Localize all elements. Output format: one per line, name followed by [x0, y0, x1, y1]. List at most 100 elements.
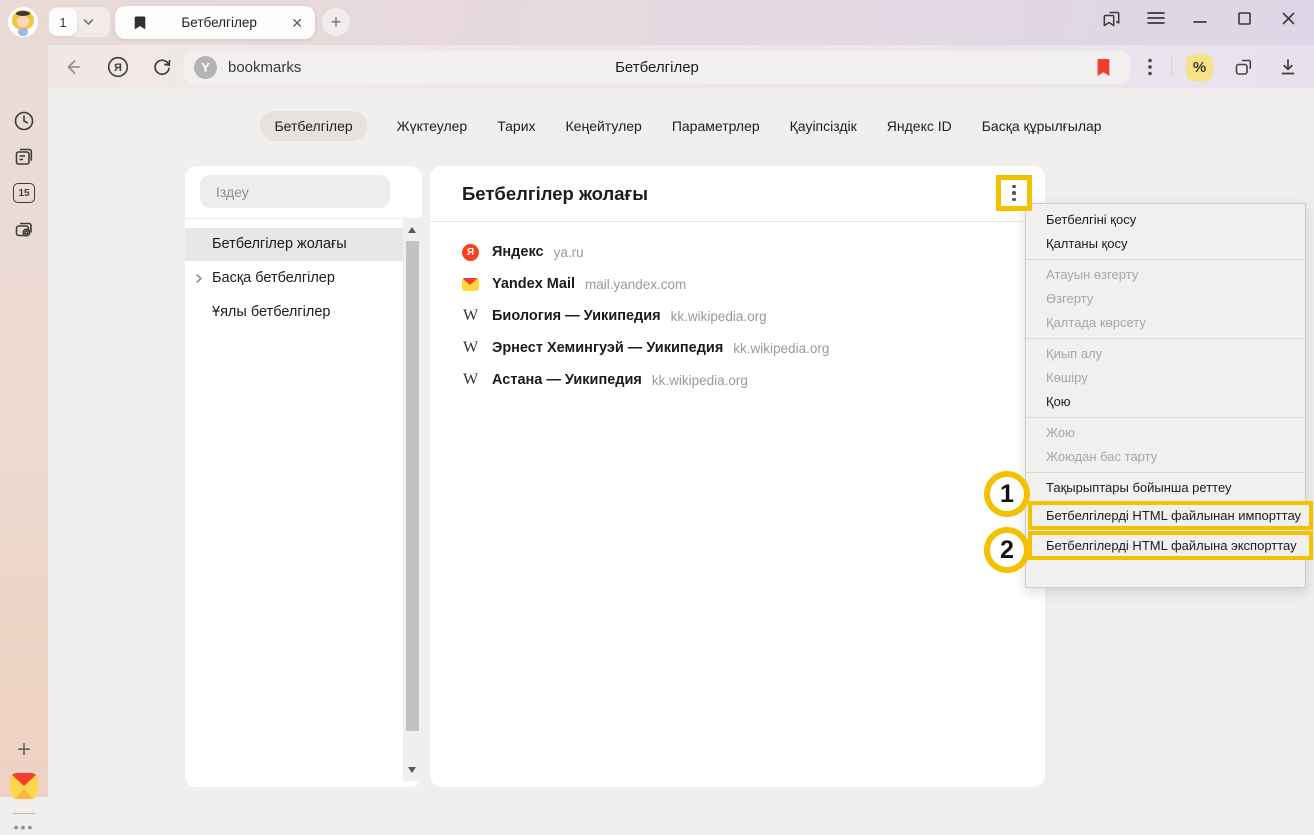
menu-item-export-html[interactable]: Бетбелгілерді HTML файлына экспорттау — [1028, 531, 1313, 560]
tab-security[interactable]: Қауіпсіздік — [790, 111, 857, 141]
close-window-icon[interactable] — [1274, 4, 1302, 32]
folder-mobile-bookmarks[interactable]: Ұялы бетбелгілер — [185, 296, 403, 329]
maximize-icon[interactable] — [1230, 4, 1258, 32]
menu-item-rename: Атауын өзгерту — [1026, 263, 1305, 287]
bookmark-name[interactable]: Астана — Уикипедия — [492, 372, 642, 388]
bookmark-row[interactable]: Я Яндекс ya.ru — [430, 236, 1045, 268]
active-tab-title: Бетбелгілер — [147, 15, 291, 30]
bookmark-name[interactable]: Yandex Mail — [492, 276, 575, 292]
menu-item-sort-by-title[interactable]: Тақырыптары бойынша реттеу — [1026, 476, 1305, 500]
svg-text:Я: Я — [114, 62, 122, 74]
menu-separator — [1026, 259, 1305, 260]
folders-panel: Бетбелгілер жолағы Басқа бетбелгілер Ұял… — [185, 166, 422, 787]
tab-extensions[interactable]: Кеңейтулер — [566, 111, 642, 141]
mail-flap — [10, 773, 38, 786]
minimize-icon[interactable] — [1186, 4, 1214, 32]
scrollbar-thumb[interactable] — [406, 241, 419, 731]
panels-icon[interactable] — [1098, 4, 1126, 32]
panel-title: Бетбелгілер жолағы — [462, 166, 648, 221]
wikipedia-favicon: W — [462, 372, 479, 389]
bookmarks-panel: Бетбелгілер жолағы Я Яндекс ya.ru Yandex… — [430, 166, 1045, 787]
scrollbar[interactable] — [403, 219, 422, 781]
menu-item-import-html[interactable]: Бетбелгілерді HTML файлынан импорттау — [1028, 501, 1313, 530]
bookmark-row[interactable]: W Биология — Уикипедия kk.wikipedia.org — [430, 300, 1045, 332]
search-input[interactable] — [200, 175, 390, 208]
avatar-face — [17, 16, 29, 27]
mail-app-tile — [10, 773, 38, 799]
address-bar[interactable]: Y bookmarks Бетбелгілер — [184, 51, 1130, 84]
wikipedia-favicon: W — [462, 340, 479, 357]
side-rail: 15 + ••• — [0, 45, 48, 797]
scroll-up-icon[interactable] — [408, 227, 416, 233]
menu-item-undo-delete: Жоюдан бас тарту — [1026, 445, 1305, 469]
menu-separator — [1026, 472, 1305, 473]
annotation-step-2: 2 — [984, 527, 1030, 573]
bookmark-url: mail.yandex.com — [585, 277, 686, 292]
yandex-mail-icon[interactable] — [10, 772, 38, 800]
tab-history[interactable]: Тарих — [497, 111, 535, 141]
menu-item-add-folder[interactable]: Қалтаны қосу — [1026, 232, 1305, 256]
close-tab-icon[interactable]: ✕ — [291, 16, 303, 30]
tab-counter[interactable]: 1 — [48, 7, 110, 37]
tab-count-badge[interactable]: 1 — [49, 8, 77, 36]
folder-other-bookmarks[interactable]: Басқа бетбелгілер — [185, 262, 403, 295]
back-icon[interactable] — [56, 51, 88, 83]
active-tab[interactable]: Бетбелгілер ✕ — [115, 6, 315, 39]
tab-downloads[interactable]: Жүктеулер — [397, 111, 468, 141]
tab-other-devices[interactable]: Басқа құрылғылар — [982, 111, 1102, 141]
bookmark-flag-icon[interactable] — [1095, 57, 1112, 78]
bookmark-name[interactable]: Яндекс — [492, 244, 544, 260]
more-icon[interactable]: ••• — [0, 819, 48, 835]
favicon-glyph: W — [463, 308, 478, 324]
favicon-glyph: W — [463, 340, 478, 356]
header-divider — [430, 221, 1045, 222]
refresh-icon[interactable] — [146, 51, 178, 83]
bookmark-url: kk.wikipedia.org — [671, 309, 767, 324]
bookmark-list: Я Яндекс ya.ru Yandex Mail mail.yandex.c… — [430, 236, 1045, 396]
folder-label: Басқа бетбелгілер — [212, 270, 335, 286]
kebab-icon[interactable] — [1134, 51, 1166, 83]
bookmark-row[interactable]: Yandex Mail mail.yandex.com — [430, 268, 1045, 300]
menu-item-copy: Көшіру — [1026, 366, 1305, 390]
bookmark-row[interactable]: W Астана — Уикипедия kk.wikipedia.org — [430, 364, 1045, 396]
bookmark-url: kk.wikipedia.org — [652, 373, 748, 388]
wikipedia-favicon: W — [462, 308, 479, 325]
download-icon[interactable] — [1272, 51, 1304, 83]
bookmark-name[interactable]: Эрнест Хемингуэй — Уикипедия — [492, 340, 723, 356]
tab-yandex-id[interactable]: Яндекс ID — [887, 111, 952, 141]
calendar-number: 15 — [13, 183, 35, 203]
bookmark-row[interactable]: W Эрнест Хемингуэй — Уикипедия kk.wikipe… — [430, 332, 1045, 364]
scroll-down-icon[interactable] — [408, 767, 416, 773]
bookmark-name[interactable]: Биология — Уикипедия — [492, 308, 661, 324]
menu-item-delete: Жою — [1026, 421, 1305, 445]
profile-avatar[interactable] — [8, 7, 38, 37]
favicon-glyph: W — [463, 372, 478, 388]
favicon-glyph: Я — [462, 244, 479, 261]
menu-icon[interactable] — [1142, 4, 1170, 32]
screenshot-camera-icon[interactable] — [10, 215, 38, 243]
plus-glyph: + — [17, 736, 31, 764]
menu-item-add-bookmark[interactable]: Бетбелгіні қосу — [1026, 208, 1305, 232]
new-tab-button[interactable]: + — [322, 8, 350, 36]
history-clock-icon[interactable] — [10, 107, 38, 135]
yandex-icon[interactable]: Я — [102, 51, 134, 83]
folder-bookmarks-bar[interactable]: Бетбелгілер жолағы — [185, 228, 403, 261]
plus-icon[interactable]: + — [10, 736, 38, 764]
percent-icon[interactable]: % — [1186, 54, 1213, 81]
notes-icon[interactable] — [10, 143, 38, 171]
tab-settings[interactable]: Параметрлер — [672, 111, 760, 141]
calendar-icon[interactable]: 15 — [10, 179, 38, 207]
avatar-body — [18, 28, 28, 36]
extensions-icon[interactable] — [1228, 51, 1260, 83]
chevron-down-icon[interactable] — [83, 18, 94, 26]
bookmark-icon — [133, 15, 147, 31]
tab-bookmarks[interactable]: Бетбелгілер — [260, 111, 366, 141]
rail-divider — [13, 813, 35, 814]
bookmarks-context-menu: Бетбелгіні қосу Қалтаны қосу Атауын өзге… — [1025, 203, 1306, 588]
menu-item-paste[interactable]: Қою — [1026, 390, 1305, 414]
mail-fold — [10, 789, 38, 799]
chevron-right-icon[interactable] — [195, 274, 203, 283]
toolbar-separator — [1171, 57, 1172, 77]
settings-nav-tabs: Бетбелгілер Жүктеулер Тарих Кеңейтулер П… — [48, 111, 1314, 141]
more-actions-kebab-icon[interactable] — [1012, 185, 1016, 202]
